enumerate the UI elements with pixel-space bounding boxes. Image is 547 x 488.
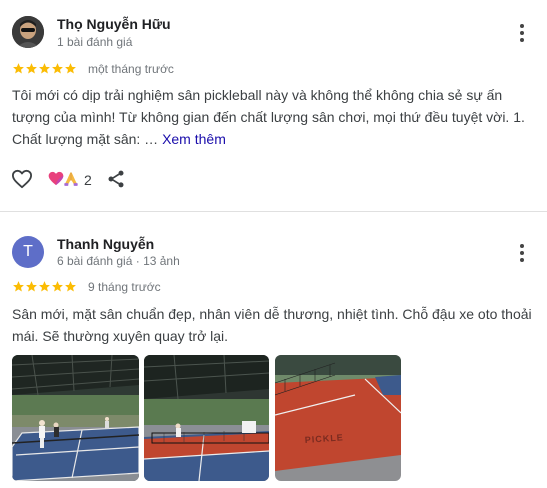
star-icon	[26, 281, 37, 292]
more-options-button[interactable]	[512, 241, 532, 265]
pray-reaction-icon	[63, 171, 79, 186]
review-text: Sân mới, mặt sân chuẩn đẹp, nhân viên dễ…	[12, 306, 532, 344]
more-vert-icon	[520, 24, 524, 28]
court-photo-icon	[12, 355, 139, 481]
review-text: Tôi mới có dịp trải nghiệm sân picklebal…	[12, 84, 534, 150]
author-meta: 1 bài đánh giá	[57, 35, 133, 49]
heart-reaction-icon	[48, 171, 64, 186]
author-name[interactable]: Thọ Nguyễn Hữu	[57, 16, 171, 32]
see-more-link[interactable]: Xem thêm	[162, 131, 226, 147]
star-icon	[65, 63, 76, 74]
more-vert-icon	[520, 244, 524, 248]
star-icon	[13, 63, 24, 74]
author-meta: 6 bài đánh giá · 13 ảnh	[57, 254, 180, 268]
like-button[interactable]	[11, 169, 33, 189]
review-photo-2[interactable]	[144, 355, 269, 481]
heart-outline-icon	[12, 169, 32, 189]
rating-stars	[12, 280, 77, 294]
review-time: 9 tháng trước	[88, 280, 161, 294]
avatar-photo-icon	[12, 16, 44, 48]
author-name[interactable]: Thanh Nguyễn	[57, 236, 154, 252]
more-options-button[interactable]	[512, 21, 532, 45]
star-icon	[39, 63, 50, 74]
review-time: một tháng trước	[88, 62, 174, 76]
reaction-count[interactable]: 2	[84, 172, 92, 188]
star-icon	[13, 281, 24, 292]
review-photo-3[interactable]: PICKLE	[275, 355, 401, 481]
share-icon	[108, 170, 124, 188]
review-card: Thọ Nguyễn Hữu 1 bài đánh giá một tháng …	[0, 0, 547, 211]
star-icon	[52, 63, 63, 74]
rating-stars	[12, 62, 77, 76]
star-icon	[52, 281, 63, 292]
review-text-content: Tôi mới có dịp trải nghiệm sân picklebal…	[12, 87, 525, 147]
court-photo-icon: PICKLE	[275, 355, 401, 481]
star-icon	[65, 281, 76, 292]
star-icon	[26, 63, 37, 74]
avatar[interactable]: T	[12, 236, 44, 268]
court-photo-icon	[144, 355, 269, 481]
review-photo-1[interactable]	[12, 355, 139, 481]
avatar[interactable]	[12, 16, 44, 48]
star-icon	[39, 281, 50, 292]
share-button[interactable]	[106, 169, 126, 189]
review-divider	[0, 211, 547, 212]
